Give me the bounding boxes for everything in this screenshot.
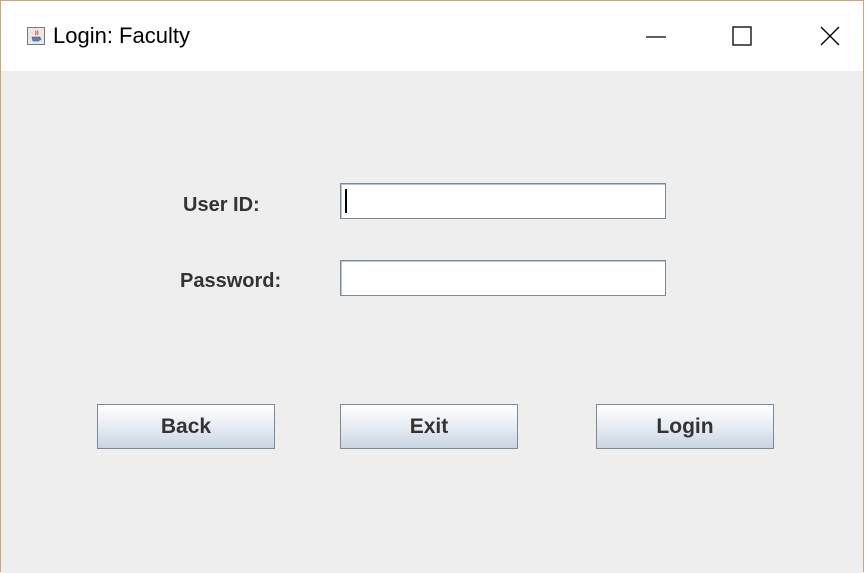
maximize-icon[interactable] — [727, 21, 757, 51]
text-caret — [345, 189, 347, 213]
login-button[interactable]: Login — [596, 404, 774, 449]
back-button[interactable]: Back — [97, 404, 275, 449]
login-form-panel: User ID: Password: Back Exit Login — [1, 71, 863, 573]
password-label: Password: — [180, 270, 282, 292]
close-icon[interactable] — [815, 21, 845, 51]
login-window: Login: Faculty User ID: Password: Back E… — [0, 0, 864, 573]
user-id-field[interactable] — [340, 183, 666, 219]
password-field[interactable] — [340, 260, 666, 296]
window-title: Login: Faculty — [53, 23, 190, 48]
java-cup-icon — [27, 27, 45, 45]
title-bar[interactable]: Login: Faculty — [1, 1, 863, 71]
exit-button[interactable]: Exit — [340, 404, 518, 449]
user-id-label: User ID: — [183, 194, 260, 216]
minimize-icon[interactable] — [641, 21, 671, 51]
